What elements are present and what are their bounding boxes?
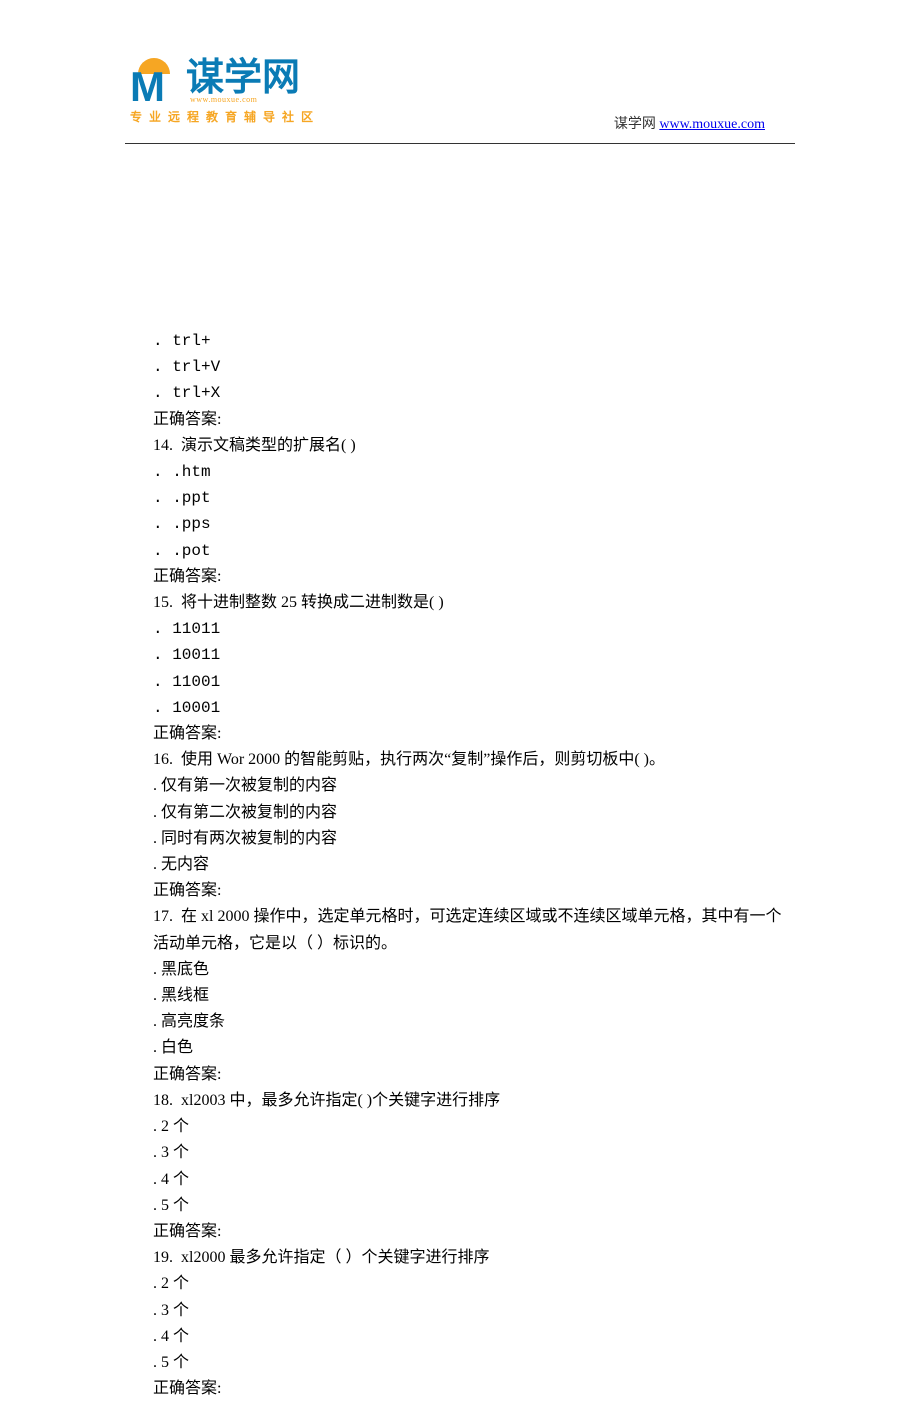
text-line: . 5 个 xyxy=(153,1193,790,1219)
text-line: . 4 个 xyxy=(153,1324,790,1350)
text-line: . 10001 xyxy=(153,695,790,721)
text-line: . 10011 xyxy=(153,642,790,668)
text-line: . 黑底色 xyxy=(153,957,790,983)
text-line: . .ppt xyxy=(153,485,790,511)
site-logo: M 谋学网 www.mouxue.com 专业远程教育辅导社区 xyxy=(130,58,320,125)
text-line: . 11001 xyxy=(153,669,790,695)
text-line: . .pot xyxy=(153,538,790,564)
text-line: . 高亮度条 xyxy=(153,1009,790,1035)
text-line: . 无内容 xyxy=(153,852,790,878)
text-line: . 2 个 xyxy=(153,1114,790,1140)
text-line: . 5 个 xyxy=(153,1350,790,1376)
text-line: . 同时有两次被复制的内容 xyxy=(153,826,790,852)
text-line: 正确答案: xyxy=(153,721,790,747)
header-link[interactable]: www.mouxue.com xyxy=(659,117,765,132)
text-line: . .htm xyxy=(153,459,790,485)
text-line: . 11011 xyxy=(153,616,790,642)
text-line: 17. 在 xl 2000 操作中，选定单元格时，可选定连续区域或不连续区域单元… xyxy=(153,904,790,956)
text-line: 15. 将十进制整数 25 转换成二进制数是( ) xyxy=(153,590,790,616)
text-line: 14. 演示文稿类型的扩展名( ) xyxy=(153,433,790,459)
text-line: 正确答案: xyxy=(153,407,790,433)
text-line: . 黑线框 xyxy=(153,983,790,1009)
text-line: . 2 个 xyxy=(153,1271,790,1297)
header-link-area: 谋学网 www.mouxue.com xyxy=(614,113,765,133)
logo-tagline: 专业远程教育辅导社区 xyxy=(130,108,320,125)
logo-text: 谋学网 xyxy=(186,59,300,97)
text-line: 正确答案: xyxy=(153,878,790,904)
text-line: . 3 个 xyxy=(153,1298,790,1324)
text-line: . 仅有第一次被复制的内容 xyxy=(153,773,790,799)
document-body: . trl+. trl+V. trl+X正确答案:14. 演示文稿类型的扩展名(… xyxy=(0,145,920,1402)
text-line: . trl+V xyxy=(153,354,790,380)
logo-icon: M xyxy=(130,58,178,104)
text-line: 19. xl2000 最多允许指定（ ）个关键字进行排序 xyxy=(153,1245,790,1271)
text-line: . trl+X xyxy=(153,380,790,406)
text-line: . 白色 xyxy=(153,1035,790,1061)
text-line: . 3 个 xyxy=(153,1140,790,1166)
text-line: 18. xl2003 中，最多允许指定( )个关键字进行排序 xyxy=(153,1088,790,1114)
text-line: 正确答案: xyxy=(153,1062,790,1088)
text-line: 正确答案: xyxy=(153,1376,790,1402)
page-header: M 谋学网 www.mouxue.com 专业远程教育辅导社区 谋学网 www.… xyxy=(0,0,920,145)
text-line: 正确答案: xyxy=(153,1219,790,1245)
text-line: 16. 使用 Wor 2000 的智能剪贴，执行两次“复制”操作后，则剪切板中(… xyxy=(153,747,790,773)
text-line: . trl+ xyxy=(153,328,790,354)
text-line: . .pps xyxy=(153,511,790,537)
header-divider xyxy=(125,143,795,144)
header-link-label: 谋学网 xyxy=(614,117,660,132)
text-line: . 4 个 xyxy=(153,1167,790,1193)
text-line: . 仅有第二次被复制的内容 xyxy=(153,800,790,826)
text-line: 正确答案: xyxy=(153,564,790,590)
